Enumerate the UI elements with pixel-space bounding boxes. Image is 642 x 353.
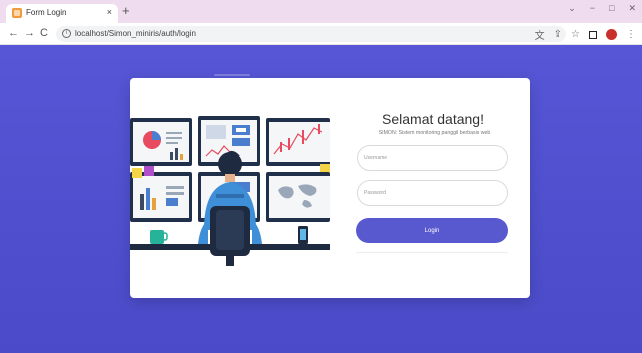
- maximize-button[interactable]: □: [609, 3, 614, 14]
- coffee-mug: [150, 230, 164, 244]
- share-icon[interactable]: ⇪: [554, 29, 562, 40]
- password-field-wrapper: [357, 180, 508, 206]
- info-icon[interactable]: i: [62, 29, 71, 38]
- browser-tab-strip: Form Login × + ⌄ − □ ✕: [0, 0, 642, 23]
- login-button[interactable]: Login: [356, 218, 508, 243]
- minimize-button[interactable]: −: [590, 3, 595, 14]
- address-bar[interactable]: i localhost/Simon_miniris/auth/login: [56, 26, 566, 42]
- forward-arrow-icon[interactable]: →: [24, 27, 35, 40]
- sticky-note-purple: [144, 166, 154, 176]
- monitor-top-left: [130, 118, 192, 166]
- window-controls: ⌄ − □ ✕: [568, 3, 636, 14]
- password-input[interactable]: [358, 181, 507, 205]
- monitoring-illustration: [130, 116, 330, 270]
- close-window-button[interactable]: ✕: [628, 3, 636, 14]
- tab-title: Form Login: [26, 8, 67, 17]
- new-tab-button[interactable]: +: [122, 4, 130, 18]
- username-input[interactable]: [358, 146, 507, 170]
- page-background: Selamat datang! SIMON: Sistem monitoring…: [0, 45, 642, 353]
- reload-icon[interactable]: C: [40, 27, 48, 40]
- profile-avatar[interactable]: [606, 29, 617, 40]
- bookmark-star-icon[interactable]: ☆: [571, 29, 580, 40]
- back-arrow-icon[interactable]: ←: [8, 27, 19, 40]
- login-card: Selamat datang! SIMON: Sistem monitoring…: [130, 78, 530, 298]
- username-field-wrapper: [357, 145, 508, 171]
- browser-tab[interactable]: Form Login ×: [6, 4, 118, 23]
- translate-icon[interactable]: 文: [535, 27, 545, 42]
- close-icon[interactable]: ×: [107, 6, 112, 18]
- app-subtitle: SIMON: Sistem monitoring panggil berbasi…: [378, 130, 491, 136]
- toolbar-icons: 文 ⇪ ☆ ⋮: [535, 27, 636, 42]
- favicon-icon: [12, 8, 22, 18]
- divider: [356, 252, 508, 253]
- address-toolbar: ← → C i localhost/Simon_miniris/auth/log…: [0, 23, 642, 45]
- sticky-note-yellow: [132, 168, 142, 178]
- url-text[interactable]: localhost/Simon_miniris/auth/login: [75, 29, 196, 38]
- decorative-line: [214, 74, 250, 76]
- monitor-bottom-right: [266, 172, 330, 222]
- extension-icon[interactable]: [589, 30, 597, 39]
- monitor-bottom-left: [130, 172, 192, 222]
- monitor-top-right: [266, 118, 330, 166]
- menu-kebab-icon[interactable]: ⋮: [626, 29, 636, 40]
- welcome-heading: Selamat datang!: [382, 111, 484, 127]
- tab-search-icon[interactable]: ⌄: [568, 3, 576, 14]
